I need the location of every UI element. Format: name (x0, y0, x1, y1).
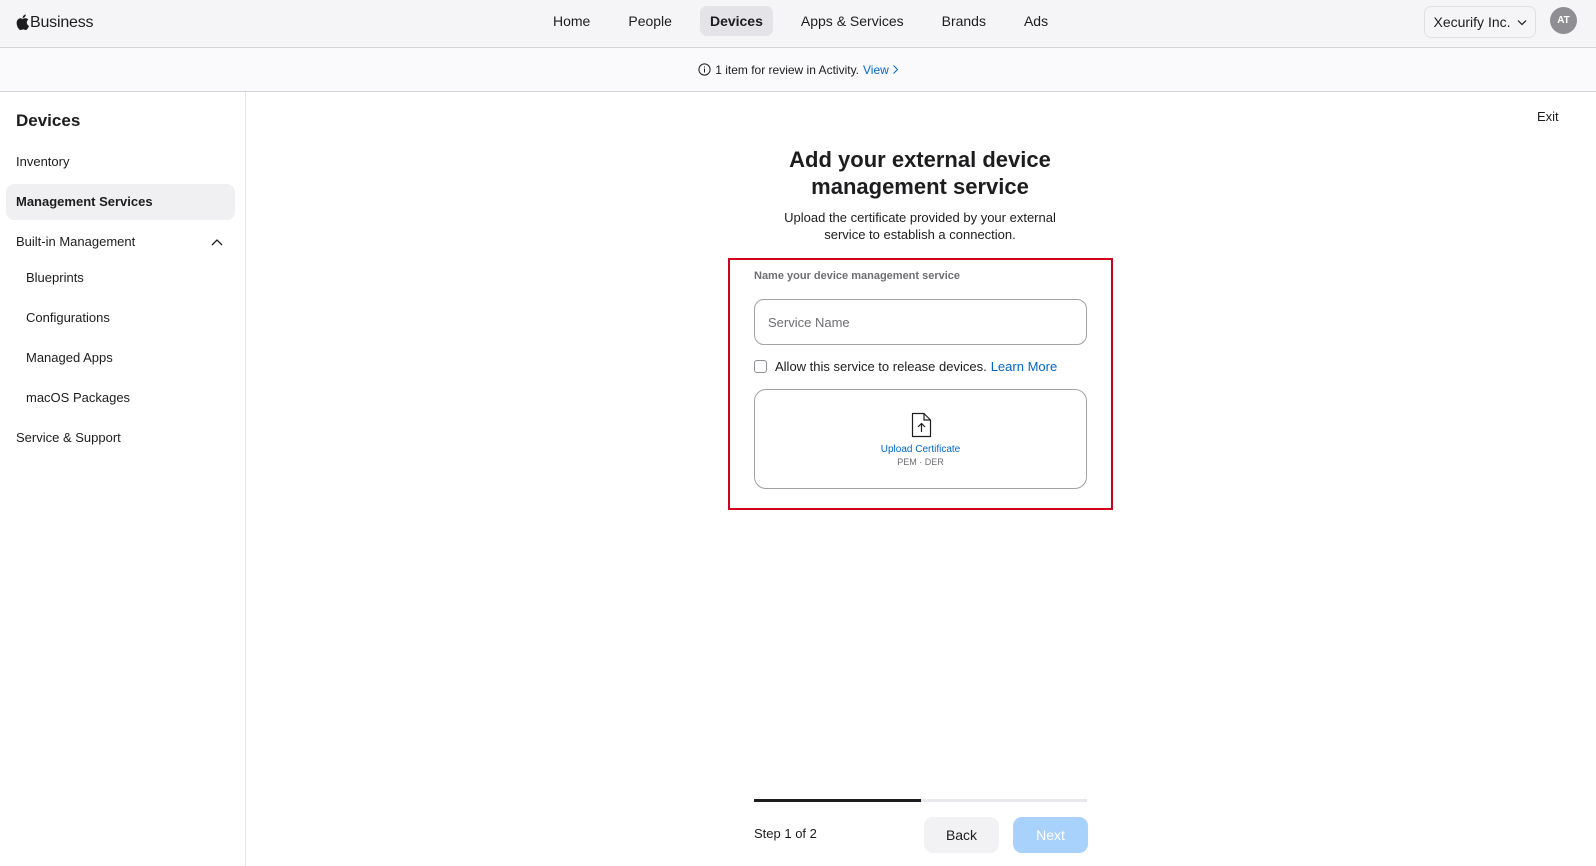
exit-button[interactable]: Exit (1537, 109, 1559, 124)
nav-tab-people[interactable]: People (618, 6, 682, 36)
chevron-up-icon[interactable] (211, 238, 223, 246)
step-indicator: Step 1 of 2 (754, 826, 817, 841)
nav-tab-apps-services[interactable]: Apps & Services (791, 6, 914, 36)
sidebar-item-blueprints[interactable]: Blueprints (6, 260, 235, 296)
brand-name: Business (30, 14, 94, 31)
step-progress-fill (754, 799, 921, 802)
service-name-label: Name your device management service (754, 270, 961, 282)
sidebar-item-inventory[interactable]: Inventory (6, 144, 235, 180)
activity-banner: 1 item for review in Activity. View (0, 48, 1596, 92)
sidebar-item-label: Built-in Management (16, 234, 136, 249)
file-upload-icon (911, 412, 932, 438)
organization-switcher[interactable]: Xecurify Inc. (1424, 6, 1536, 38)
sidebar-item-built-in-management[interactable]: Built-in Management (6, 224, 235, 260)
sidebar-item-macos-packages[interactable]: macOS Packages (6, 380, 235, 416)
info-icon (698, 63, 711, 76)
page-subtitle-line-1: Upload the certificate provided by your … (784, 210, 1056, 225)
page-title-line-1: Add your external device (789, 147, 1051, 172)
page-subtitle-line-2: service to establish a connection. (824, 227, 1016, 242)
banner-text: 1 item for review in Activity. (715, 62, 860, 77)
main-nav-tabs: Home People Devices Apps & Services Bran… (543, 6, 1076, 36)
chevron-down-icon (1517, 19, 1526, 25)
page-title-line-2: management service (811, 174, 1029, 199)
back-button[interactable]: Back (924, 817, 999, 853)
banner-view-label: View (863, 62, 889, 77)
page-title: Add your external device management serv… (720, 146, 1120, 200)
learn-more-link[interactable]: Learn More (991, 359, 1057, 374)
next-button[interactable]: Next (1013, 817, 1088, 853)
sidebar-item-management-services[interactable]: Management Services (6, 184, 235, 220)
upload-certificate-label: Upload Certificate (880, 444, 961, 455)
sidebar: Devices Inventory Management Services Bu… (0, 92, 246, 866)
service-name-input[interactable] (754, 299, 1087, 345)
allow-release-checkbox[interactable] (754, 360, 767, 373)
page-subtitle: Upload the certificate provided by your … (745, 209, 1095, 243)
upload-certificate-dropzone[interactable]: Upload Certificate PEM · DER (754, 389, 1087, 489)
nav-tab-brands[interactable]: Brands (932, 6, 996, 36)
nav-tab-devices[interactable]: Devices (699, 6, 773, 36)
nav-tab-home[interactable]: Home (543, 6, 600, 36)
nav-tab-ads[interactable]: Ads (1014, 6, 1058, 36)
step-progress-bar (754, 799, 1087, 802)
brand-logo[interactable]: Business (16, 10, 94, 36)
user-avatar[interactable]: AT (1550, 7, 1577, 34)
organization-name: Xecurify Inc. (1433, 14, 1511, 30)
top-navigation-bar: Business Home People Devices Apps & Serv… (0, 0, 1596, 48)
allow-release-row: Allow this service to release devices. L… (754, 359, 1057, 374)
apple-logo-icon (16, 14, 29, 30)
sidebar-item-service-support[interactable]: Service & Support (6, 420, 235, 456)
chevron-right-icon (892, 65, 898, 74)
upload-formats-text: PEM · DER (897, 457, 944, 467)
sidebar-item-configurations[interactable]: Configurations (6, 300, 235, 336)
sidebar-item-managed-apps[interactable]: Managed Apps (6, 340, 235, 376)
allow-release-label: Allow this service to release devices. (775, 359, 987, 374)
banner-view-link[interactable]: View (863, 63, 898, 77)
sidebar-title: Devices (16, 111, 81, 130)
